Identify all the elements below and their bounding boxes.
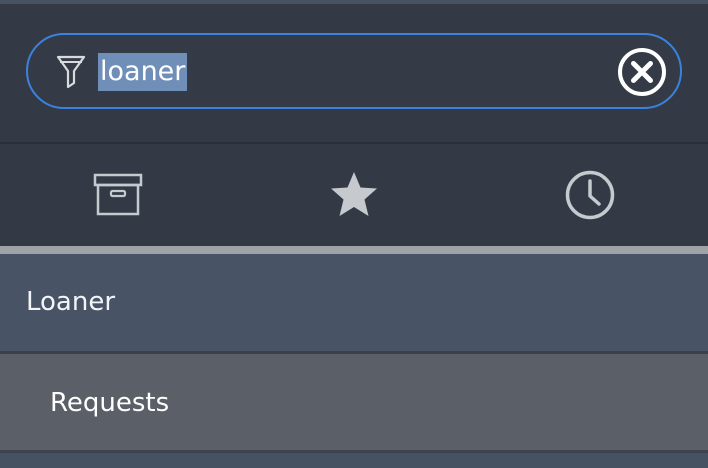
tab-bar (0, 144, 708, 246)
tab-recent[interactable] (472, 144, 708, 246)
star-icon (331, 172, 377, 216)
clear-icon[interactable] (616, 46, 668, 98)
result-item-requests[interactable]: Requests (0, 354, 708, 450)
search-input[interactable]: loaner (26, 33, 682, 109)
result-group-label: Loaner (26, 287, 116, 317)
tab-bar-border (0, 246, 708, 254)
search-area: loaner (0, 4, 708, 142)
app-root: loaner Loaner Requests (0, 0, 708, 468)
archive-box-icon (93, 173, 143, 216)
tab-favorites[interactable] (236, 144, 472, 246)
tab-archive[interactable] (0, 144, 236, 246)
clock-icon (565, 170, 615, 220)
result-group-header: Loaner (0, 254, 708, 351)
search-value[interactable]: loaner (98, 53, 188, 91)
result-item-label: Requests (50, 388, 170, 418)
filter-icon (56, 53, 86, 91)
result-list-bottom (0, 453, 708, 468)
